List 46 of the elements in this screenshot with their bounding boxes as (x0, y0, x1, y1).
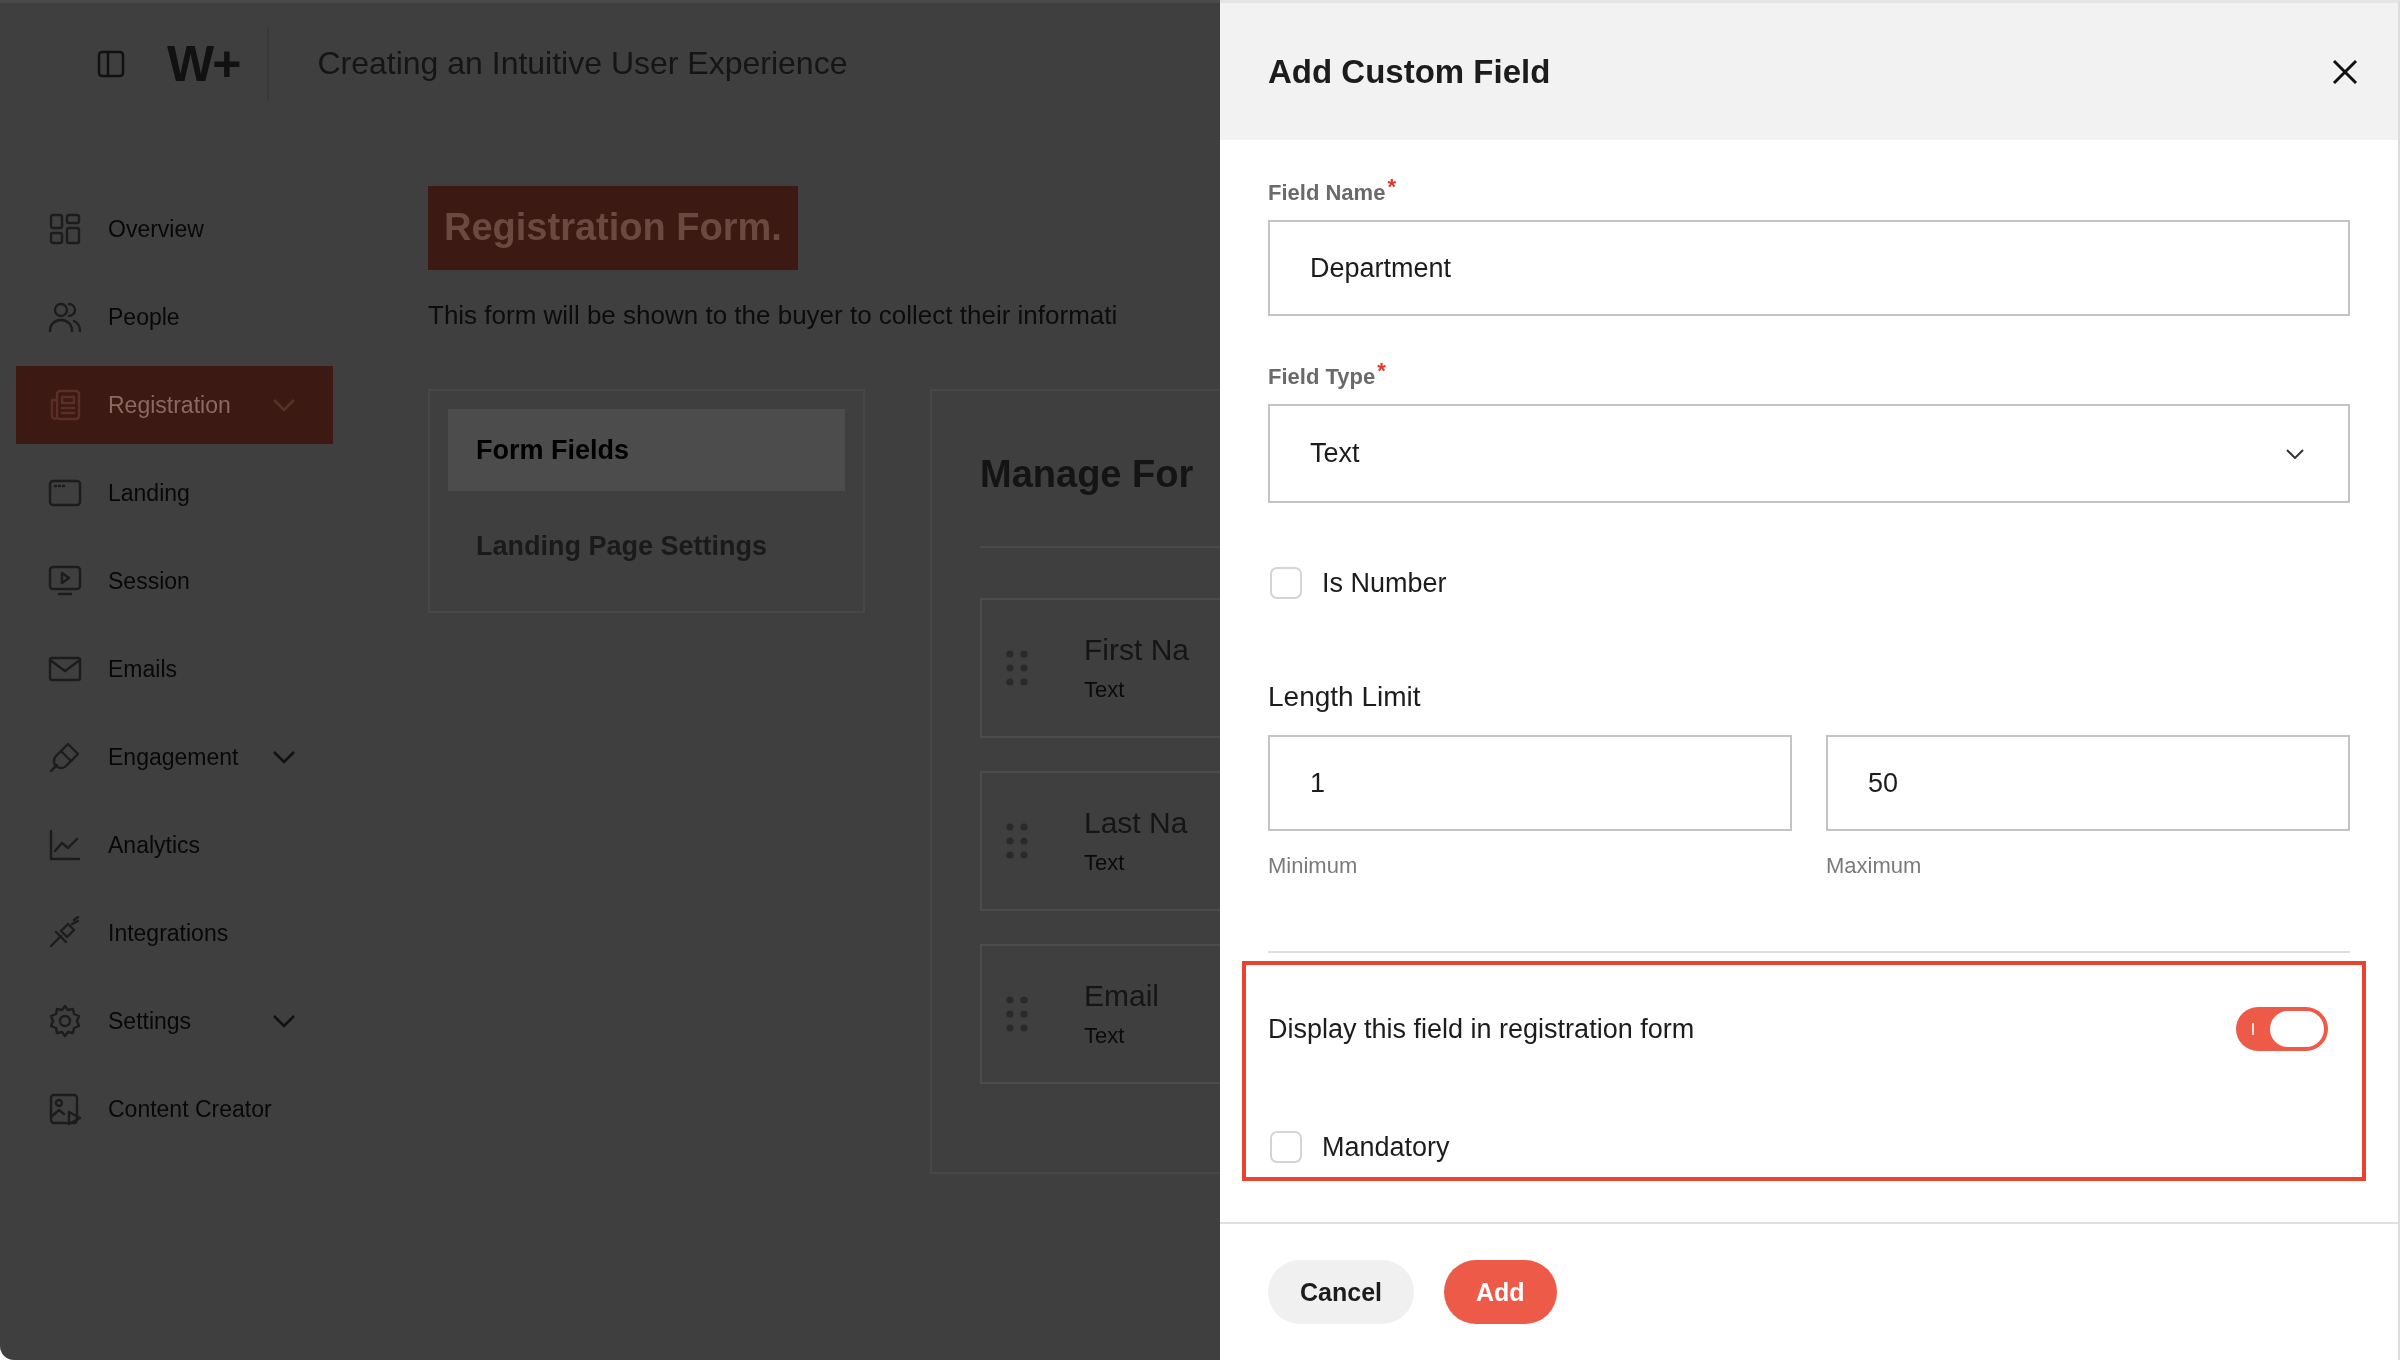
sidebar-item[interactable]: Settings (16, 982, 333, 1060)
toggle-switch[interactable] (2236, 1007, 2328, 1051)
sidebar-item[interactable]: Integrations (16, 894, 333, 972)
caret-icon (2286, 448, 2304, 459)
field-label: Field Type (1268, 364, 1376, 390)
sidebar-item[interactable]: Overview (16, 190, 333, 268)
checkbox[interactable] (1270, 567, 1302, 599)
sidebar-item[interactable]: Emails (16, 630, 333, 708)
maximum-input[interactable]: 50 (1826, 735, 2350, 831)
checkbox-label: Is Number (1322, 567, 1447, 599)
chevron-down-icon (272, 750, 296, 764)
document-icon (48, 388, 82, 422)
checkbox[interactable] (1270, 1131, 1302, 1163)
chevron-down-icon (272, 1014, 296, 1028)
sidebar-item[interactable]: People (16, 278, 333, 356)
dialog-title: Add Custom Field (1268, 52, 1551, 91)
plug-icon (48, 916, 82, 950)
cancel-button[interactable]: Cancel (1268, 1260, 1414, 1324)
input-caption: Maximum (1826, 853, 1923, 879)
add-button[interactable]: Add (1444, 1260, 1557, 1324)
field-name-input[interactable]: Department (1268, 220, 2350, 316)
line-chart-icon (48, 828, 82, 862)
play-screen-icon (48, 564, 82, 598)
grid-icon (48, 212, 82, 246)
settings-icon (48, 1004, 82, 1038)
minimum-input[interactable]: 1 (1268, 735, 1792, 831)
image-icon (48, 1092, 82, 1126)
sidebar-item[interactable]: Engagement (16, 718, 333, 796)
close-icon[interactable] (2332, 58, 2358, 85)
toggle-label: Display this field in registration form (1268, 1013, 1695, 1045)
sidebar-item[interactable]: Analytics (16, 806, 333, 884)
sidebar-item[interactable]: Registration (16, 366, 333, 444)
chevron-down-icon (272, 398, 296, 412)
required-marker: * (1377, 358, 1386, 384)
sidebar-toggle-icon[interactable] (97, 49, 125, 78)
people-icon (48, 300, 82, 334)
sidebar-item[interactable]: Landing (16, 454, 333, 532)
required-marker: * (1387, 174, 1396, 200)
section-label: Length Limit (1268, 681, 1422, 713)
field-label: Field Name (1268, 180, 1386, 206)
sidebar-item[interactable]: Session (16, 542, 333, 620)
checkbox-label: Mandatory (1322, 1131, 1450, 1163)
field-type-select[interactable]: Text (1268, 404, 2350, 503)
settings-tab[interactable]: Form Fields (448, 409, 845, 491)
input-caption: Minimum (1268, 853, 1359, 879)
sidebar-item[interactable]: Content Creator (16, 1070, 333, 1148)
